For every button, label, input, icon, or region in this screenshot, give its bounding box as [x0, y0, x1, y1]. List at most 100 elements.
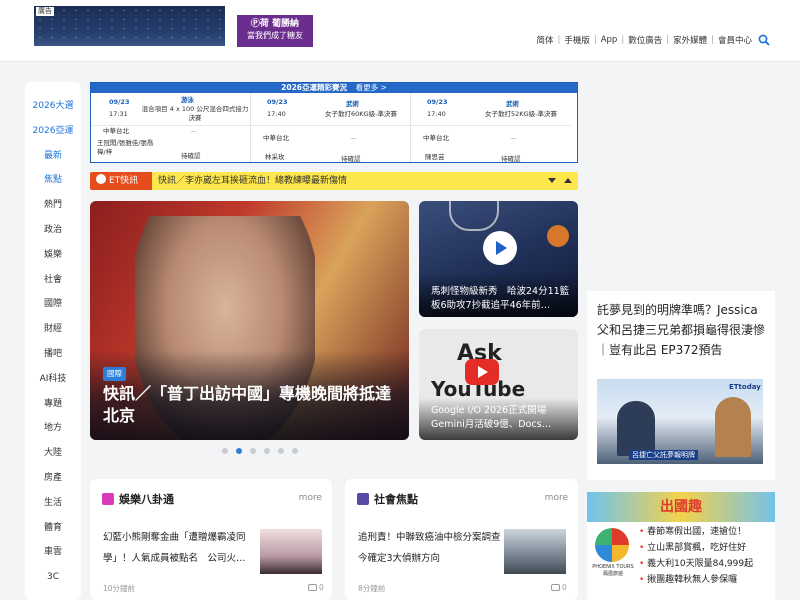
youtube-card-title[interactable]: Google I/O 2026正式開場 Gemini月活破9億、Docs…: [431, 404, 571, 432]
breaking-news-ticker[interactable]: ET快訊 快訊／李亦崴左耳挨砸流血！總教練曝最新傷情: [90, 172, 578, 190]
travel-ad-title: 出國趣: [660, 499, 702, 515]
comment-icon: [308, 584, 317, 591]
promo-thumbnail[interactable]: ETtoday 呂捷亡父託夢報明牌: [597, 379, 763, 464]
ticker-headline[interactable]: 快訊／李亦崴左耳挨砸流血！總教練曝最新傷情: [158, 172, 347, 190]
society-more-link[interactable]: more: [545, 493, 568, 503]
ensure-slogan: 當我們成了糖友: [247, 31, 303, 40]
carousel-dot[interactable]: [264, 448, 270, 454]
basketball-graphic: [547, 225, 569, 247]
match-status: 待確認: [181, 152, 201, 160]
host-figure: [617, 401, 655, 456]
match-event: 混合項目 4 x 100 公尺混合四式接力決賽: [141, 105, 249, 122]
entertainment-headline[interactable]: 幻藍小熊剛奪金曲「遭贈爆霸凌同學」！人氣成員被點名 公司火…: [103, 527, 255, 569]
nav-item-finance[interactable]: 財經: [25, 317, 81, 342]
travel-ad[interactable]: 出國趣 PHOENIX TOURS 鳳凰旅遊 春節寒假出國，速搶位！ 立山黑部賞…: [587, 492, 775, 600]
video-promo-card[interactable]: 託夢見到的明牌準嗎？Jessica父和呂捷三兄弟都損龜得很淒慘｜豈有此呂 EP3…: [587, 291, 775, 480]
site-header: 廣告 Ⓟ荷 葡勝納 當我們成了糖友 简体 | 手機版 | App | 數位廣告 | 家外…: [0, 0, 800, 62]
carousel-dot[interactable]: [250, 448, 256, 454]
nav-item-china[interactable]: 大陸: [25, 441, 81, 466]
thumbnail-caption: 呂捷亡父託夢報明牌: [629, 450, 698, 460]
guest-figure: [715, 397, 751, 457]
lightning-icon: [96, 174, 106, 184]
nav-item-life[interactable]: 生活: [25, 491, 81, 516]
nav-item-society[interactable]: 社會: [25, 268, 81, 293]
nav-item-local[interactable]: 地方: [25, 416, 81, 441]
nav-item-international[interactable]: 國際: [25, 292, 81, 317]
nav-mobile[interactable]: 手機版: [564, 34, 590, 46]
match-date: 09/23: [109, 98, 130, 106]
carousel-dot[interactable]: [222, 448, 228, 454]
nav-member-center[interactable]: 會員中心: [718, 34, 752, 46]
society-comment-count[interactable]: 0: [551, 583, 567, 592]
ensure-ad-banner[interactable]: Ⓟ荷 葡勝納 當我們成了糖友: [237, 15, 313, 47]
nba-video-card[interactable]: 馬刺怪物級新秀 哈波24分11籃板6助攻7抄截追平46年前…: [419, 201, 578, 317]
ticker-collapse-icon[interactable]: [564, 178, 572, 183]
ad-tag: 廣告: [36, 7, 54, 16]
match-sport: 武術: [506, 100, 519, 108]
match-time: 17:31: [109, 110, 128, 118]
society-headline[interactable]: 追刑責！中聯致癌油中檢分案調查 今確定3大偵辦方向: [358, 527, 510, 569]
nav-item-podcast[interactable]: 播吧: [25, 342, 81, 367]
ad-item[interactable]: 春節寒假出國，速搶位！: [639, 524, 753, 540]
search-icon[interactable]: [758, 34, 770, 46]
society-section-title[interactable]: 社會焦點: [374, 491, 418, 507]
nav-item-3c[interactable]: 3C: [25, 565, 81, 590]
nav-item-election-2026[interactable]: 2026大選: [25, 94, 81, 119]
top-nav: 简体 | 手機版 | App | 數位廣告 | 家外媒體 | 會員中心: [536, 34, 770, 46]
nav-item-focus[interactable]: 焦點: [25, 168, 81, 193]
asian-games-schedule: 2026亞運精彩賽況 看更多 > 09/23 17:31 游泳 混合項目 4 x…: [90, 82, 578, 163]
nav-simplified[interactable]: 简体: [536, 34, 553, 46]
ad-item[interactable]: 義大利10天限量84,999起: [639, 556, 753, 572]
schedule-match-swimming[interactable]: 09/23 17:31 游泳 混合項目 4 x 100 公尺混合四式接力決賽 中…: [91, 93, 251, 162]
society-timestamp: 8分鐘前: [358, 584, 386, 593]
comment-icon: [551, 584, 560, 591]
nav-item-ai-tech[interactable]: AI科技: [25, 367, 81, 392]
hero-headline[interactable]: 快訊／「普丁出訪中國」專機晚間將抵達北京: [103, 383, 403, 427]
comment-count: 0: [562, 583, 567, 592]
match-event: 女子散打52KG級-準決賽: [485, 110, 557, 118]
nav-item-sports[interactable]: 體育: [25, 516, 81, 541]
ad-item[interactable]: 立山黑部賞楓，吃好住好: [639, 540, 753, 556]
nav-item-features[interactable]: 專題: [25, 392, 81, 417]
youtube-play-icon[interactable]: [465, 359, 499, 385]
ticker-expand-icon[interactable]: [548, 178, 556, 183]
nav-item-latest[interactable]: 最新: [25, 144, 81, 169]
match-score: --: [351, 134, 356, 142]
schedule-more-link[interactable]: 看更多 >: [356, 83, 387, 92]
ettoday-logo: ETtoday: [729, 383, 761, 391]
travel-ad-banner: 出國趣: [587, 492, 775, 522]
hero-category-tag: 國際: [103, 367, 126, 381]
nav-item-asian-games-2026[interactable]: 2026亞運: [25, 119, 81, 144]
entertainment-more-link[interactable]: more: [299, 493, 322, 503]
nav-item-real-estate[interactable]: 房產: [25, 466, 81, 491]
match-score: --: [191, 127, 196, 135]
entertainment-section-title[interactable]: 娛樂八卦通: [119, 491, 174, 507]
match-score: --: [511, 134, 516, 142]
carousel-dots: [222, 448, 306, 454]
nav-item-cars[interactable]: 車雲: [25, 540, 81, 565]
ticker-badge-label: ET快訊: [109, 176, 139, 186]
play-icon[interactable]: [483, 231, 517, 265]
nav-item-entertainment[interactable]: 娛樂: [25, 243, 81, 268]
carousel-dot-active[interactable]: [236, 448, 242, 454]
match-time: 17:40: [427, 110, 446, 118]
youtube-video-card[interactable]: Ask YouTube Google I/O 2026正式開場 Gemini月活…: [419, 329, 578, 440]
carousel-dot[interactable]: [278, 448, 284, 454]
entertainment-comment-count[interactable]: 0: [308, 583, 324, 592]
match-team: 中華台北: [263, 134, 289, 142]
carousel-dot[interactable]: [292, 448, 298, 454]
basketball-hoop-graphic: [449, 201, 499, 231]
nav-item-hot[interactable]: 熱門: [25, 193, 81, 218]
nav-item-politics[interactable]: 政治: [25, 218, 81, 243]
schedule-match-wushu-60kg[interactable]: 09/23 17:40 武術 女子散打60KG級-準決賽 中華台北 -- 林采玫…: [251, 93, 411, 163]
society-thumbnail[interactable]: [504, 529, 566, 574]
nav-digital-ads[interactable]: 數位廣告: [628, 34, 662, 46]
nba-card-title[interactable]: 馬刺怪物級新秀 哈波24分11籃板6助攻7抄截追平46年前…: [431, 285, 571, 313]
header-banner-ad[interactable]: 廣告: [34, 6, 225, 46]
ad-item[interactable]: 揪團趣韓秋無人參保囉: [639, 572, 753, 588]
schedule-match-wushu-52kg[interactable]: 09/23 17:40 武術 女子散打52KG級-準決賽 中華台北 -- 陳思芸…: [411, 93, 571, 163]
entertainment-thumbnail[interactable]: [260, 529, 322, 574]
nav-app[interactable]: App: [601, 35, 618, 45]
nav-outdoor-media[interactable]: 家外媒體: [673, 34, 707, 46]
promo-headline[interactable]: 託夢見到的明牌準嗎？Jessica父和呂捷三兄弟都損龜得很淒慘｜豈有此呂 EP3…: [597, 300, 769, 360]
